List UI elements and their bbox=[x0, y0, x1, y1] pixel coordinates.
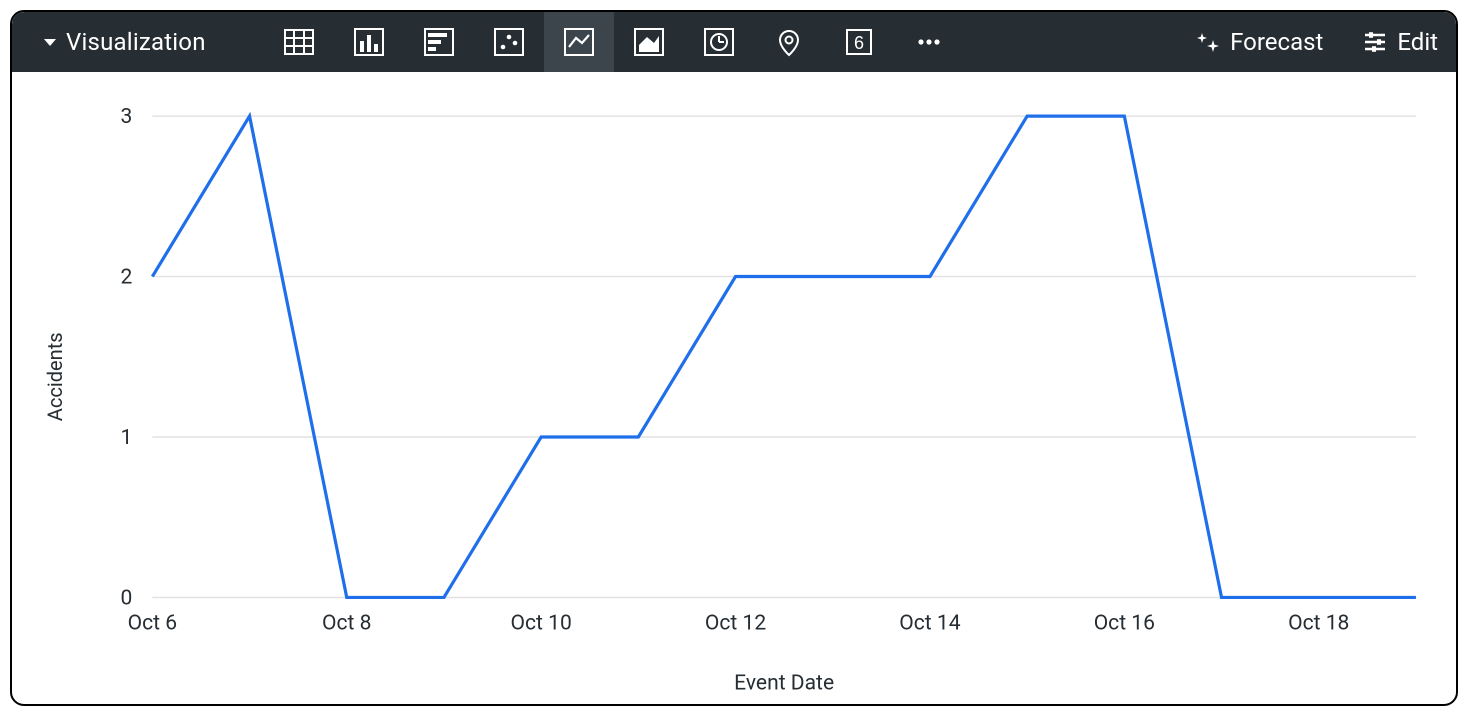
x-axis-title: Event Date bbox=[734, 671, 834, 696]
viz-timeline-button[interactable] bbox=[684, 12, 754, 72]
ellipsis-icon bbox=[914, 27, 944, 57]
visualization-dropdown[interactable]: Visualization bbox=[22, 28, 224, 56]
clock-icon bbox=[704, 27, 734, 57]
svg-text:6: 6 bbox=[854, 33, 864, 53]
forecast-icon bbox=[1196, 30, 1220, 54]
visualization-title: Visualization bbox=[66, 28, 206, 56]
table-icon bbox=[284, 27, 314, 57]
viz-type-buttons: 6 bbox=[264, 12, 964, 72]
chart-area: 0123 Oct 6Oct 8Oct 10Oct 12Oct 14Oct 16O… bbox=[12, 72, 1456, 706]
line-chart-icon bbox=[564, 27, 594, 57]
y-axis: 0 1 2 3 bbox=[120, 104, 132, 610]
x-tick-label: Oct 12 bbox=[705, 611, 766, 636]
viz-area-button[interactable] bbox=[614, 12, 684, 72]
x-tick-label: Oct 14 bbox=[899, 611, 960, 636]
edit-label: Edit bbox=[1397, 28, 1438, 56]
viz-column-button[interactable] bbox=[334, 12, 404, 72]
y-tick-label: 3 bbox=[120, 104, 132, 129]
toolbar-actions: Forecast Edit bbox=[1196, 28, 1438, 56]
caret-down-icon bbox=[44, 39, 56, 46]
visualization-toolbar: Visualization bbox=[12, 12, 1456, 72]
scatter-icon bbox=[494, 27, 524, 57]
viz-map-button[interactable] bbox=[754, 12, 824, 72]
forecast-button[interactable]: Forecast bbox=[1196, 28, 1323, 56]
x-tick-label: Oct 16 bbox=[1094, 611, 1155, 636]
x-tick-label: Oct 8 bbox=[322, 611, 371, 636]
line-chart[interactable]: 0123 Oct 6Oct 8Oct 10Oct 12Oct 14Oct 16O… bbox=[32, 86, 1436, 698]
bar-chart-icon bbox=[424, 27, 454, 57]
visualization-panel: Visualization bbox=[10, 10, 1458, 706]
settings-sliders-icon bbox=[1363, 30, 1387, 54]
viz-line-button[interactable] bbox=[544, 12, 614, 72]
map-pin-icon bbox=[774, 27, 804, 57]
viz-bar-button[interactable] bbox=[404, 12, 474, 72]
gridlines bbox=[152, 116, 1416, 597]
data-series-line bbox=[152, 116, 1416, 597]
area-chart-icon bbox=[634, 27, 664, 57]
y-tick-label: 0 bbox=[120, 585, 132, 610]
edit-button[interactable]: Edit bbox=[1363, 28, 1438, 56]
y-tick-label: 1 bbox=[120, 425, 132, 450]
viz-table-button[interactable] bbox=[264, 12, 334, 72]
viz-more-button[interactable] bbox=[894, 12, 964, 72]
column-chart-icon bbox=[354, 27, 384, 57]
viz-scatter-button[interactable] bbox=[474, 12, 544, 72]
x-tick-label: Oct 10 bbox=[511, 611, 572, 636]
forecast-label: Forecast bbox=[1230, 28, 1323, 56]
y-axis-title: Accidents bbox=[43, 332, 67, 421]
x-tick-label: Oct 6 bbox=[128, 611, 177, 636]
x-axis: Oct 6 Oct 8 Oct 10 Oct 12 Oct 14 Oct 16 Oct 18 bbox=[128, 611, 1350, 636]
viz-single-value-button[interactable]: 6 bbox=[824, 12, 894, 72]
single-value-icon: 6 bbox=[844, 27, 874, 57]
y-tick-label: 2 bbox=[120, 265, 132, 290]
x-tick-label: Oct 18 bbox=[1288, 611, 1349, 636]
